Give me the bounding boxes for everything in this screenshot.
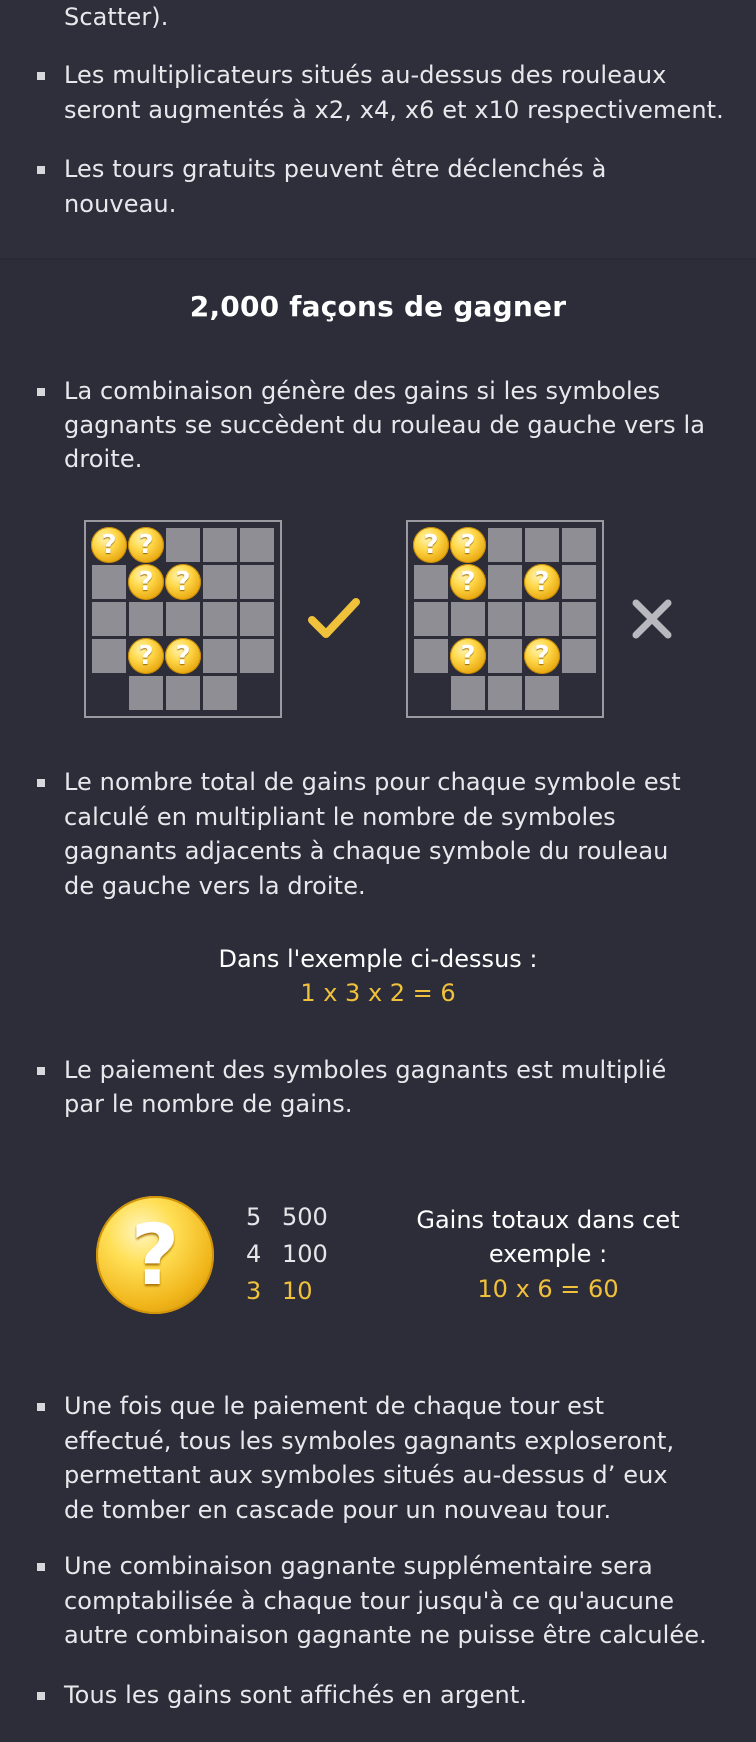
grid-cell — [166, 528, 200, 562]
bullet-marker — [37, 166, 45, 174]
mystery-coin-icon: ? — [91, 527, 127, 563]
paytable-row: 5 500 — [246, 1200, 328, 1234]
extra-win-line-1: Une combinaison gagnante supplémentaire … — [64, 1552, 653, 1580]
bullet-marker — [37, 779, 45, 787]
multiplier-line-1: Les multiplicateurs situés au-dessus des… — [64, 61, 667, 89]
retrigger-line-1: Les tours gratuits peuvent être déclench… — [64, 155, 607, 183]
paytable-count: 5 — [246, 1203, 262, 1231]
scatter-line: Scatter). — [64, 3, 169, 31]
paytable-count: 4 — [246, 1240, 262, 1268]
grid-cell — [488, 639, 522, 673]
paytable-row: 4 100 — [246, 1237, 328, 1271]
grid-cell — [525, 528, 559, 562]
cascade-line-2: effectué, tous les symboles gagnants exp… — [64, 1427, 675, 1455]
grid-cell — [166, 602, 200, 636]
grid-cell — [525, 676, 559, 710]
grid-cell — [203, 639, 237, 673]
paytable-row-highlighted: 3 10 — [246, 1274, 313, 1308]
calc-line-4: de gauche vers la droite. — [64, 872, 366, 900]
mystery-coin-icon: ? — [128, 564, 164, 600]
free-spins-section — [0, 0, 756, 260]
grid-cell — [488, 676, 522, 710]
paytable-value: 500 — [282, 1203, 328, 1231]
grid-cell — [488, 565, 522, 599]
grid-cell — [240, 528, 274, 562]
grid-cell — [414, 602, 448, 636]
cascade-line-4: de tomber en cascade pour un nouveau tou… — [64, 1496, 612, 1524]
extra-win-line-2: comptabilisée à chaque tour jusqu'à ce q… — [64, 1587, 675, 1615]
mystery-coin-icon: ? — [165, 638, 201, 674]
cascade-line-1: Une fois que le paiement de chaque tour … — [64, 1392, 605, 1420]
invalid-example-grid: ?????? — [406, 520, 604, 718]
mystery-coin-icon: ? — [450, 527, 486, 563]
bullet-marker — [37, 388, 45, 396]
payment-line-1: Le paiement des symboles gagnants est mu… — [64, 1056, 667, 1084]
extra-win-line-3: autre combinaison gagnante ne puisse êtr… — [64, 1621, 707, 1649]
grid-cell — [203, 602, 237, 636]
grid-cell — [562, 639, 596, 673]
grid-cell — [451, 676, 485, 710]
mystery-symbol-icon: ? — [96, 1196, 214, 1314]
mystery-coin-icon: ? — [524, 638, 560, 674]
example-formula: 1 x 3 x 2 = 6 — [300, 979, 456, 1007]
mystery-coin-icon: ? — [524, 564, 560, 600]
mystery-coin-icon: ? — [128, 638, 164, 674]
grid-cell — [414, 565, 448, 599]
cross-icon — [632, 599, 672, 639]
check-icon — [308, 598, 360, 638]
grid-cell — [203, 528, 237, 562]
money-line: Tous les gains sont affichés en argent. — [64, 1681, 528, 1709]
grid-cell — [240, 639, 274, 673]
paytable-count: 3 — [246, 1277, 262, 1305]
combination-line-3: droite. — [64, 445, 143, 473]
grid-cell — [92, 602, 126, 636]
retrigger-line-2: nouveau. — [64, 190, 177, 218]
paytable-value: 10 — [282, 1277, 313, 1305]
calc-line-2: calculé en multipliant le nombre de symb… — [64, 803, 616, 831]
mystery-coin-icon: ? — [128, 527, 164, 563]
grid-cell — [92, 639, 126, 673]
coin-glyph: ? — [130, 1206, 180, 1304]
grid-cell — [166, 676, 200, 710]
payment-line-2: par le nombre de gains. — [64, 1090, 353, 1118]
grid-cell — [240, 565, 274, 599]
ways-heading: 2,000 façons de gagner — [189, 290, 567, 323]
combination-line-2: gagnants se succèdent du rouleau de gauc… — [64, 411, 706, 439]
total-formula: 10 x 6 = 60 — [477, 1275, 619, 1303]
paytable-value: 100 — [282, 1240, 328, 1268]
bullet-marker — [37, 72, 45, 80]
mystery-coin-icon: ? — [413, 527, 449, 563]
bullet-marker — [37, 1692, 45, 1700]
grid-cell — [562, 602, 596, 636]
bullet-marker — [37, 1563, 45, 1571]
total-label-1: Gains totaux dans cet — [416, 1206, 680, 1234]
grid-cell — [240, 602, 274, 636]
grid-cell — [488, 528, 522, 562]
grid-cell — [129, 676, 163, 710]
grid-cell — [414, 639, 448, 673]
grid-cell — [562, 528, 596, 562]
mystery-coin-icon: ? — [450, 564, 486, 600]
bullet-marker — [37, 1067, 45, 1075]
grid-cell — [203, 676, 237, 710]
mystery-coin-icon: ? — [165, 564, 201, 600]
grid-cell — [92, 565, 126, 599]
mystery-coin-icon: ? — [450, 638, 486, 674]
total-label-2: exemple : — [488, 1240, 608, 1268]
cascade-line-3: permettant aux symboles situés au-dessus… — [64, 1461, 668, 1489]
grid-cell — [203, 565, 237, 599]
calc-line-1: Le nombre total de gains pour chaque sym… — [64, 768, 681, 796]
calc-line-3: gagnants adjacents à chaque symbole du r… — [64, 837, 669, 865]
bullet-marker — [37, 1403, 45, 1411]
valid-example-grid: ?????? — [84, 520, 282, 718]
multiplier-line-2: seront augmentés à x2, x4, x6 et x10 res… — [64, 96, 724, 124]
grid-cell — [488, 602, 522, 636]
combination-line-1: La combinaison génère des gains si les s… — [64, 377, 661, 405]
grid-cell — [525, 602, 559, 636]
example-label: Dans l'exemple ci-dessus : — [218, 945, 538, 973]
grid-cell — [129, 602, 163, 636]
grid-cell — [451, 602, 485, 636]
grid-cell — [562, 565, 596, 599]
